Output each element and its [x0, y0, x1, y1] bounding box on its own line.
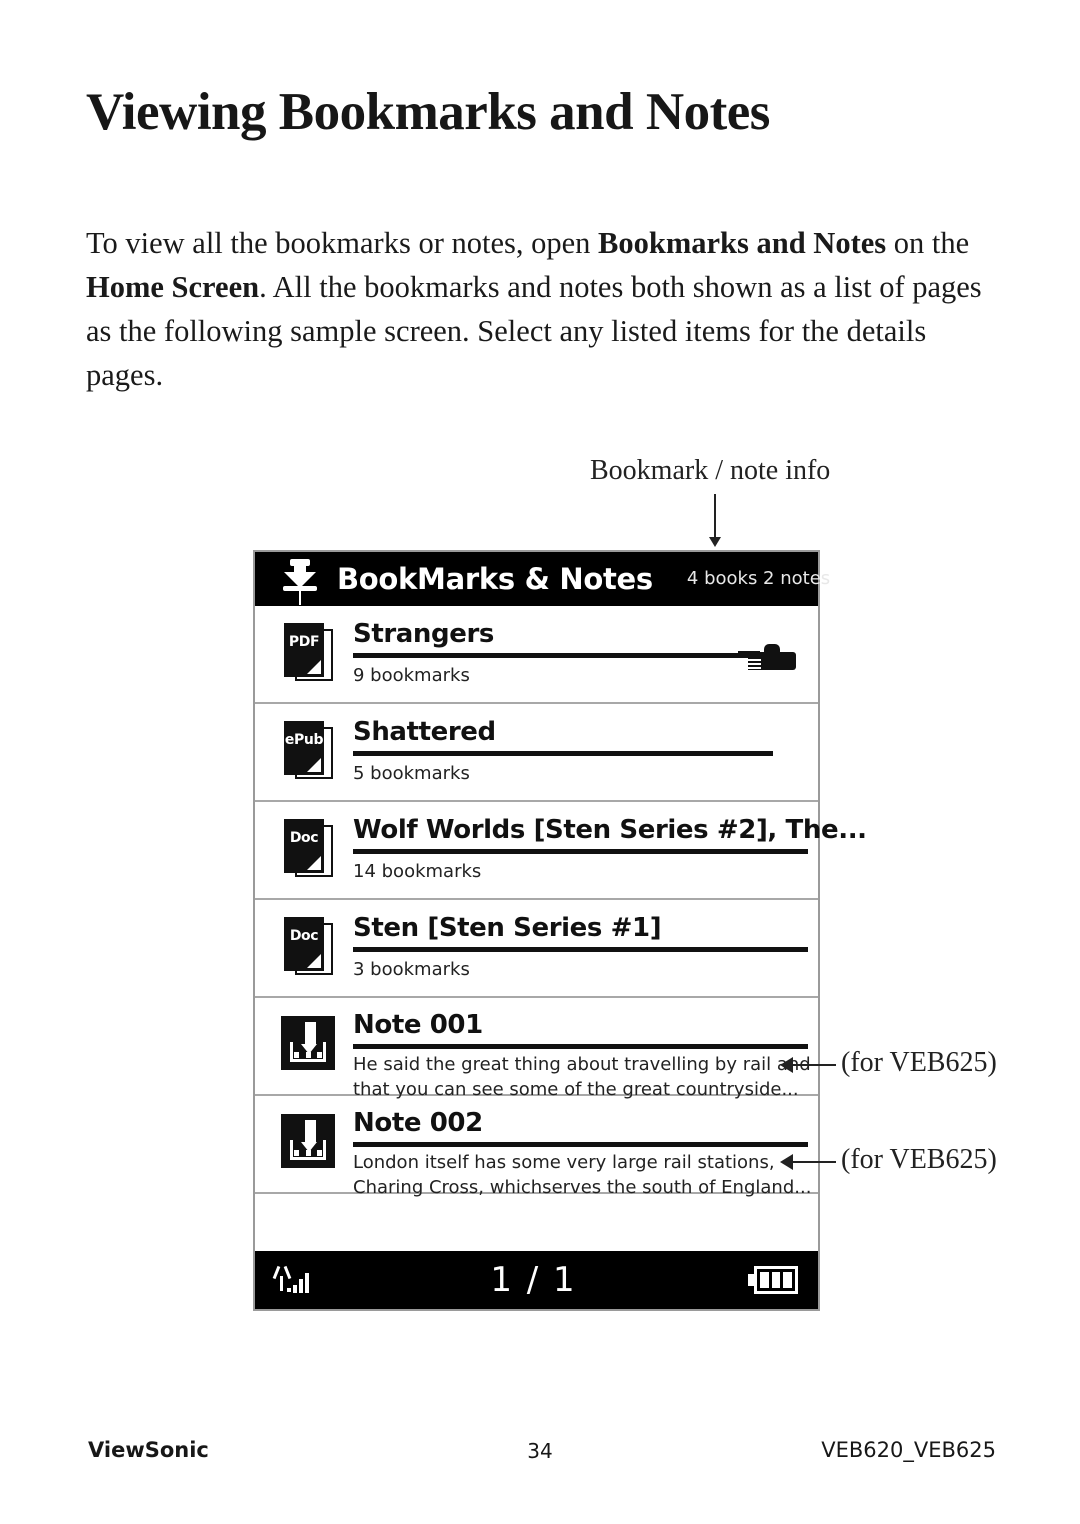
pushpin-icon: [281, 559, 319, 605]
callout-bookmark-note-info: Bookmark / note info: [590, 455, 831, 486]
list-item-title: Wolf Worlds [Sten Series #2], The...: [353, 815, 867, 845]
list-item-title: Shattered: [353, 717, 496, 747]
list-item-subtitle: 5 bookmarks: [353, 763, 470, 784]
signal-strength-icon: [272, 1264, 319, 1296]
device-title: BookMarks & Notes: [337, 562, 653, 596]
title-underline: [353, 1044, 808, 1049]
list-item-subtitle: 14 bookmarks: [353, 861, 482, 882]
pointing-hand-cursor-icon: [738, 644, 796, 674]
page-indicator: 1 / 1: [490, 1260, 577, 1300]
title-underline: [353, 653, 773, 658]
list-item[interactable]: ePub Shattered 5 bookmarks: [255, 704, 818, 802]
epub-file-icon: ePub: [283, 721, 335, 781]
device-status-bar: 1 / 1: [255, 1251, 818, 1309]
title-underline: [353, 849, 808, 854]
title-underline: [353, 751, 773, 756]
intro-bold-bookmarks-and-notes: Bookmarks and Notes: [598, 225, 887, 260]
note-icon: [281, 1016, 335, 1070]
list-item-title: Note 002: [353, 1108, 483, 1138]
note-icon: [281, 1114, 335, 1168]
list-item-title: Note 001: [353, 1010, 483, 1040]
list-item-title: Sten [Sten Series #1]: [353, 913, 662, 943]
list-item-subtitle-line-1: London itself has some very large rail s…: [353, 1152, 775, 1173]
callout-note-002-veb625: (for VEB625): [841, 1144, 997, 1175]
file-type-label: PDF: [288, 634, 320, 650]
list-item[interactable]: Note 002 London itself has some very lar…: [255, 1096, 818, 1198]
list-empty-row: [255, 1194, 818, 1244]
list-item[interactable]: Doc Sten [Sten Series #1] 3 bookmarks: [255, 900, 818, 998]
device-screenshot: BookMarks & Notes 4 books 2 notes PDF St…: [253, 550, 867, 1311]
list-item[interactable]: Doc Wolf Worlds [Sten Series #2], The...…: [255, 802, 867, 900]
footer-model: VEB620_VEB625: [821, 1438, 996, 1462]
callout-down-arrow-icon: [709, 494, 721, 547]
title-underline: [353, 947, 808, 952]
file-type-label: ePub: [284, 732, 324, 748]
callout-arrow-note-001-icon: [780, 1057, 836, 1073]
intro-paragraph: To view all the bookmarks or notes, open…: [86, 221, 996, 397]
page-title: Viewing Bookmarks and Notes: [86, 83, 770, 141]
device-header: BookMarks & Notes 4 books 2 notes: [255, 552, 830, 606]
list-item[interactable]: PDF Strangers 9 bookmarks: [255, 606, 818, 704]
device-item-count: 4 books 2 notes: [686, 567, 831, 589]
pdf-file-icon: PDF: [283, 623, 335, 683]
doc-file-icon: Doc: [283, 819, 335, 879]
list-item[interactable]: Note 001 He said the great thing about t…: [255, 998, 818, 1100]
callout-note-001-veb625: (for VEB625): [841, 1047, 997, 1078]
list-item-subtitle: 3 bookmarks: [353, 959, 470, 980]
intro-bold-home-screen: Home Screen: [86, 269, 260, 304]
doc-file-icon: Doc: [283, 917, 335, 977]
battery-icon: [748, 1266, 800, 1294]
list-item-subtitle-line-1: He said the great thing about travelling…: [353, 1054, 811, 1075]
callout-arrow-note-002-icon: [780, 1154, 836, 1170]
device-list: PDF Strangers 9 bookmarks ePub Shattered…: [255, 606, 867, 1244]
file-type-label: Doc: [289, 830, 319, 846]
intro-text-1: To view all the bookmarks or notes, open: [86, 225, 599, 260]
intro-text-2: on the: [886, 225, 970, 260]
file-type-label: Doc: [289, 928, 319, 944]
title-underline: [353, 1142, 808, 1147]
